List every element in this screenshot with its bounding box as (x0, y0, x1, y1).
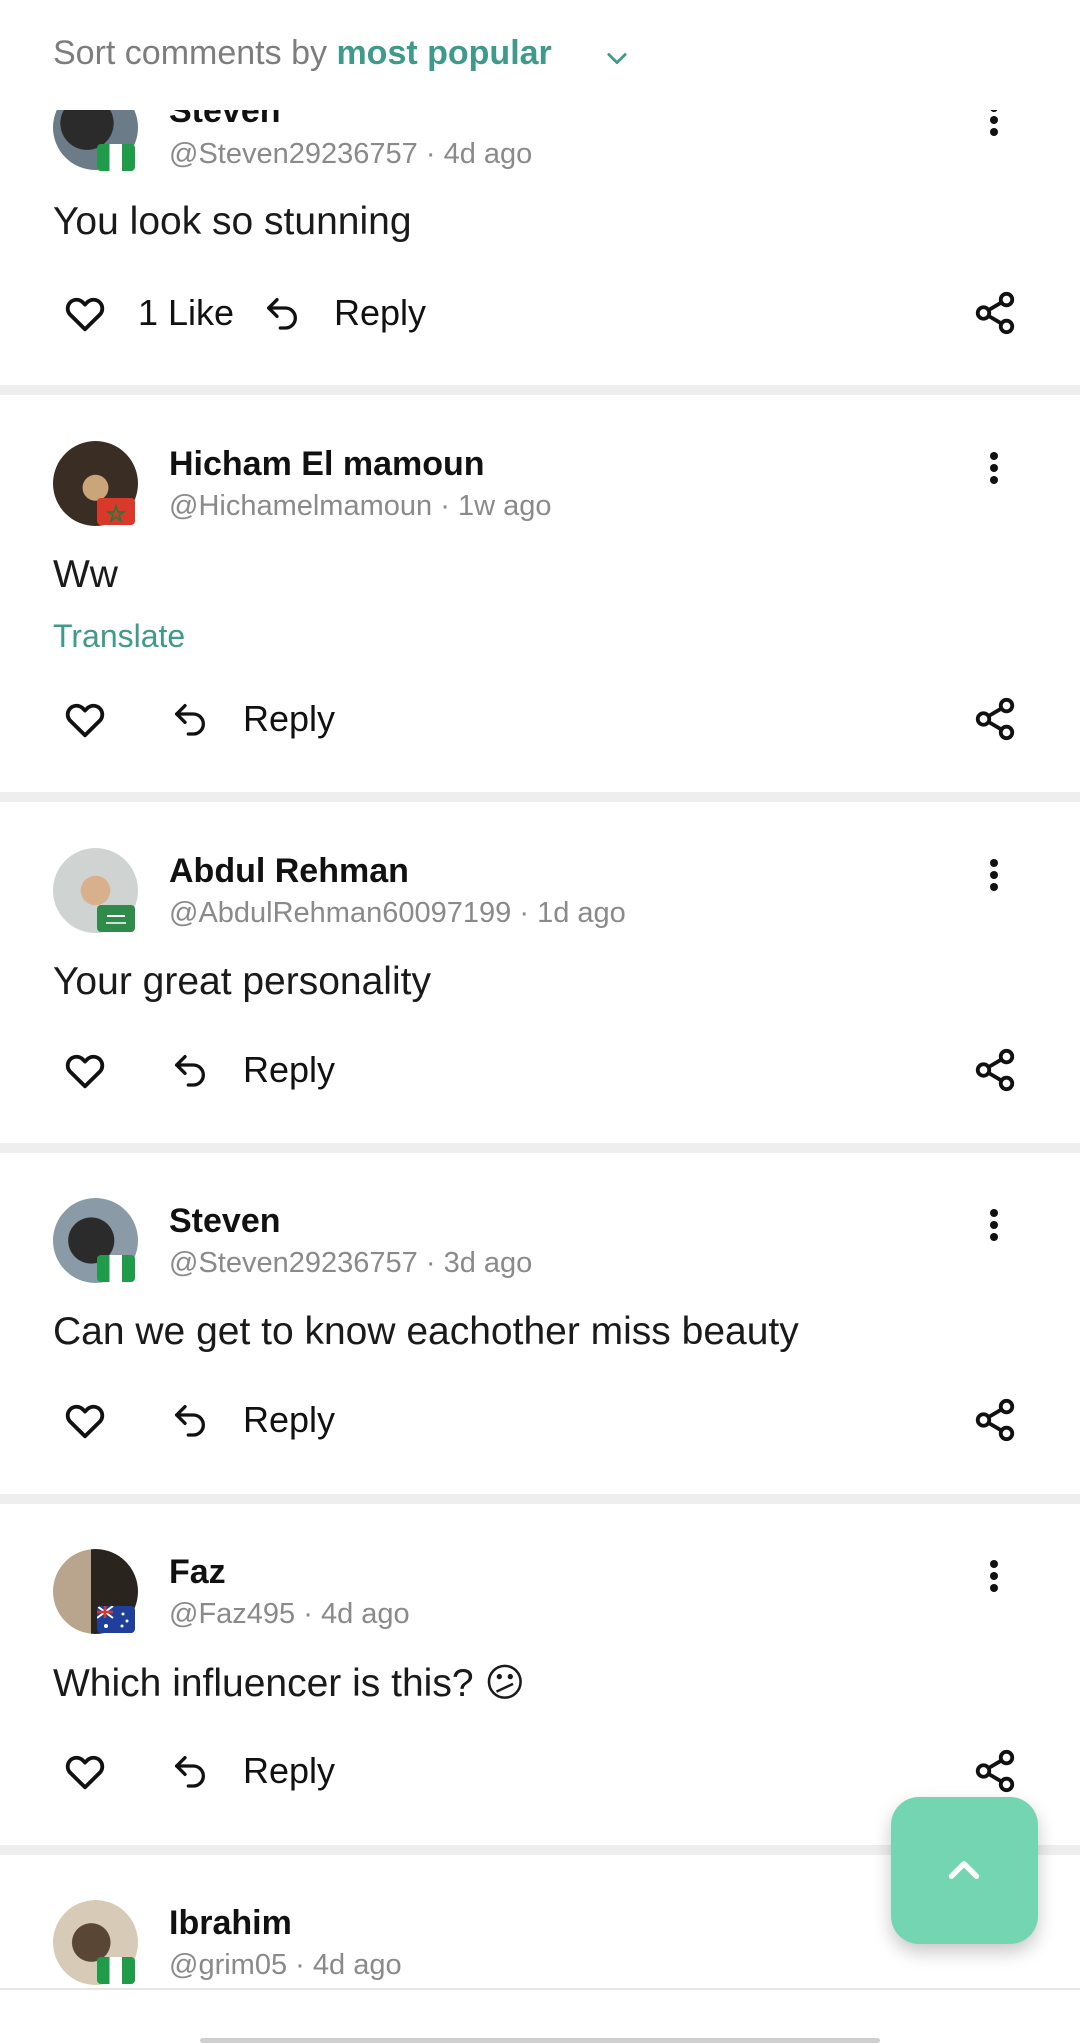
comment-time: 4d ago (443, 138, 533, 170)
comment-text: Can we get to know eachother miss beauty (53, 1310, 799, 1353)
like-count[interactable]: 1 Like (138, 292, 234, 334)
comment-meta: @AbdulRehman60097199 · 1d ago (169, 897, 626, 929)
reply-button[interactable]: Reply (243, 1750, 335, 1792)
comment-item: Abdul Rehman @AbdulRehman60097199 · 1d a… (0, 802, 1080, 1143)
comment-meta: @Steven29236757 · 4d ago (169, 138, 533, 170)
share-icon[interactable] (972, 290, 1018, 336)
flag-icon (97, 144, 135, 171)
comment-text: Which influencer is this? 😕 (53, 1662, 525, 1705)
share-icon[interactable] (972, 1748, 1018, 1794)
sort-value: most popular (336, 34, 552, 72)
share-icon[interactable] (972, 1397, 1018, 1443)
comment-handle[interactable]: @Faz495 (169, 1598, 295, 1630)
comment-time: 4d ago (312, 1949, 402, 1981)
comment-handle[interactable]: @Steven29236757 (169, 1247, 418, 1279)
comment-text: Ww (53, 553, 118, 596)
heart-icon[interactable] (62, 1397, 108, 1443)
comment-author[interactable]: Abdul Rehman (169, 852, 409, 891)
flag-icon (97, 498, 135, 525)
reply-button[interactable]: Reply (243, 1049, 335, 1091)
comment-item: Steven @Steven29236757 · 3d ago Can we g… (0, 1153, 1080, 1494)
comment-time: 1w ago (457, 490, 552, 522)
reply-icon[interactable] (262, 293, 302, 333)
heart-icon[interactable] (62, 290, 108, 336)
flag-icon (97, 905, 135, 932)
comment-item: Hicham El mamoun @Hichamelmamoun · 1w ag… (0, 395, 1080, 792)
flag-icon (97, 1606, 135, 1633)
divider (0, 1494, 1080, 1504)
comment-text: Your great personality (53, 960, 431, 1003)
reply-icon[interactable] (170, 1751, 210, 1791)
comment-handle[interactable]: @Steven29236757 (169, 138, 418, 170)
reply-button[interactable]: Reply (243, 1399, 335, 1441)
comment-handle[interactable]: @AbdulRehman60097199 (169, 897, 511, 929)
sort-prefix: Sort comments by (53, 34, 327, 72)
more-vertical-icon[interactable] (982, 1205, 1006, 1245)
share-icon[interactable] (972, 1047, 1018, 1093)
comment-handle[interactable]: @Hichamelmamoun (169, 490, 432, 522)
more-vertical-icon[interactable] (982, 448, 1006, 488)
divider (0, 1143, 1080, 1153)
chevron-up-icon (948, 1861, 980, 1879)
comment-time: 3d ago (443, 1247, 533, 1279)
comment-handle[interactable]: @grim05 (169, 1949, 287, 1981)
heart-icon[interactable] (62, 1748, 108, 1794)
divider (0, 792, 1080, 802)
comment-meta: @Hichamelmamoun · 1w ago (169, 490, 552, 522)
scroll-to-top-button[interactable] (891, 1797, 1038, 1944)
comment-author[interactable]: Faz (169, 1553, 226, 1592)
reply-icon[interactable] (170, 1400, 210, 1440)
sort-bar: Sort comments by most popular (0, 0, 1080, 110)
comment-author[interactable]: Ibrahim (169, 1904, 292, 1943)
comment-author[interactable]: Hicham El mamoun (169, 445, 485, 484)
comment-meta: @Faz495 · 4d ago (169, 1598, 410, 1630)
reply-button[interactable]: Reply (334, 292, 426, 334)
more-vertical-icon[interactable] (982, 855, 1006, 895)
reply-icon[interactable] (170, 699, 210, 739)
divider (0, 385, 1080, 395)
comment-meta: @Steven29236757 · 3d ago (169, 1247, 533, 1279)
comment-item: Faz @Faz495 · 4d ago Which influencer is… (0, 1504, 1080, 1845)
comment-meta: @grim05 · 4d ago (169, 1949, 402, 1981)
reply-icon[interactable] (170, 1050, 210, 1090)
heart-icon[interactable] (62, 696, 108, 742)
reply-button[interactable]: Reply (243, 698, 335, 740)
share-icon[interactable] (972, 696, 1018, 742)
flag-icon (97, 1957, 135, 1984)
comment-time: 4d ago (320, 1598, 410, 1630)
comment-text: You look so stunning (53, 200, 412, 243)
heart-icon[interactable] (62, 1047, 108, 1093)
chevron-down-icon[interactable] (603, 44, 631, 72)
translate-link[interactable]: Translate (53, 618, 185, 655)
more-vertical-icon[interactable] (982, 1556, 1006, 1596)
comment-author[interactable]: Steven (169, 1202, 281, 1241)
comment-item: Steven @Steven29236757 · 4d ago You look… (0, 85, 1080, 385)
divider (0, 1988, 1080, 1990)
home-indicator (200, 2038, 880, 2043)
comment-time: 1d ago (537, 897, 626, 929)
flag-icon (97, 1255, 135, 1282)
sort-dropdown[interactable]: Sort comments by most popular (53, 34, 552, 73)
